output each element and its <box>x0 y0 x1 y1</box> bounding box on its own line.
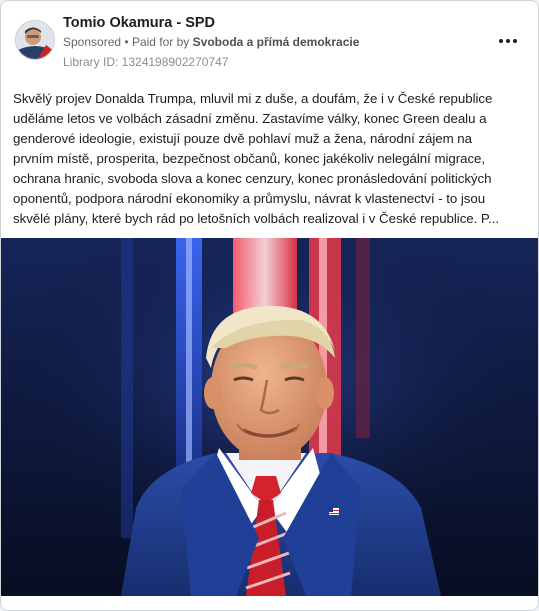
post-text-line: prvním místě, prosperita, bezpečnost obč… <box>13 151 486 166</box>
separator-dot: • <box>124 35 129 49</box>
ad-card: Tomio Okamura - SPD Sponsored • Paid for… <box>0 0 539 611</box>
page-name[interactable]: Tomio Okamura - SPD <box>63 15 215 31</box>
library-id: Library ID: 1324198902270747 <box>63 55 229 69</box>
more-horizontal-icon <box>498 39 519 43</box>
post-text-line: uděláme letos ve volbách zásadní změnu. … <box>13 111 487 126</box>
post-text-line: ochrana hranic, svoboda slova a konec ce… <box>13 171 492 186</box>
post-text-line[interactable]: skvělé plány, které bych rád po letošníc… <box>13 209 529 229</box>
post-text-line: oponentů, podpora národní ekonomiky a pr… <box>13 191 486 206</box>
sponsored-label: Sponsored <box>63 35 122 49</box>
paid-for-by-link[interactable]: Svoboda a přímá demokracie <box>193 35 360 49</box>
post-image[interactable] <box>1 238 538 596</box>
avatar[interactable] <box>15 20 55 60</box>
paid-for-prefix: Paid for by <box>131 35 190 49</box>
post-text: Skvělý projev Donalda Trumpa, mluvil mi … <box>13 89 529 229</box>
ad-header: Tomio Okamura - SPD Sponsored • Paid for… <box>13 13 526 73</box>
post-text-line: genderové ideologie, existují pouze dvě … <box>13 131 472 146</box>
post-text-line: Skvělý projev Donalda Trumpa, mluvil mi … <box>13 91 493 106</box>
sponsored-meta: Sponsored • Paid for by Svoboda a přímá … <box>63 35 359 49</box>
more-options-button[interactable] <box>494 31 522 51</box>
